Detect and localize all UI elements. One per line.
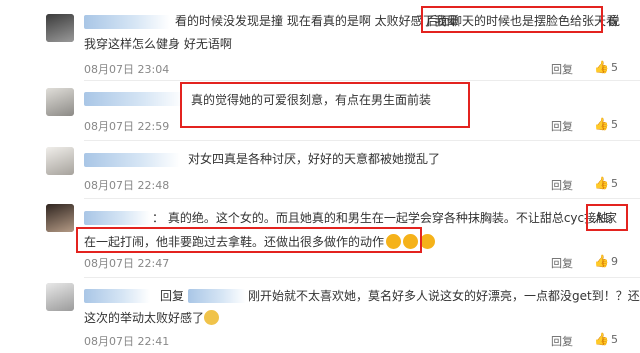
thumbs-up-icon: 👍 (594, 254, 609, 268)
username[interactable] (84, 153, 180, 167)
reply-prefix: 回复 (160, 289, 185, 303)
comment-text: 对女四真是各种讨厌，好好的天意都被她搅乱了 (188, 152, 441, 166)
username[interactable] (84, 15, 170, 29)
divider (84, 277, 640, 278)
like-button[interactable]: 👍 9 (594, 254, 618, 268)
timestamp: 08月07日 22:41 (84, 335, 170, 348)
reply-button[interactable]: 回复 (551, 333, 573, 349)
reply-button[interactable]: 回复 (551, 61, 573, 77)
avatar[interactable] (46, 14, 74, 42)
comment-text: 说 (608, 14, 621, 28)
avatar[interactable] (46, 88, 74, 116)
reply-button[interactable]: 回复 (551, 255, 573, 271)
divider (84, 198, 640, 199)
highlight-box (180, 82, 470, 128)
clap-emoji-icon (420, 234, 436, 249)
highlight-box (586, 204, 628, 231)
comment-4: ： 真的绝。这个女的。而且她真的和男生在一起学会穿各种抹胸装。不让甜总cyc接触… (0, 200, 640, 275)
like-count: 5 (610, 177, 618, 190)
highlight-box (76, 227, 422, 253)
like-count: 5 (610, 333, 618, 346)
like-button[interactable]: 👍 5 (594, 332, 618, 346)
comment-2: 真的觉得她的可爱很刻意，有点在男生面前装 08月07日 22:59 回复 👍 5 (0, 82, 640, 142)
highlight-box (421, 6, 603, 33)
comment-text: 看的时候没发现是撞 现在看真的是啊 太败好感了我晕 (175, 14, 459, 28)
avatar[interactable] (46, 283, 74, 311)
comment-text: 刚开始就不太喜欢她，莫名好多人说这女的好漂亮，一点都没get到！？还很矮 (248, 289, 640, 303)
like-count: 5 (610, 61, 618, 74)
like-button[interactable]: 👍 5 (594, 117, 618, 131)
divider (84, 140, 640, 141)
timestamp: 08月07日 22:47 (84, 257, 170, 270)
reply-target-username[interactable] (188, 289, 246, 303)
reply-button[interactable]: 回复 (551, 177, 573, 193)
comment-text-line2: 我穿这样怎么健身 好无语啊 (84, 37, 232, 51)
thumbs-up-icon: 👍 (594, 60, 609, 74)
comment-text-line2: 这次的举动太败好感了 (84, 310, 220, 326)
comment-5: 回复 刚开始就不太喜欢她，莫名好多人说这女的好漂亮，一点都没get到！？还很矮 … (0, 279, 640, 353)
timestamp: 08月07日 22:48 (84, 179, 170, 192)
reply-button[interactable]: 回复 (551, 118, 573, 134)
username[interactable] (84, 289, 150, 303)
timestamp: 08月07日 23:04 (84, 63, 170, 76)
comment-text: ： 真的绝。这个女的。而且她真的和男生在一起学会穿各种抹胸装。不让甜总cyc接触… (152, 211, 621, 225)
comment-3: 对女四真是各种讨厌，好好的天意都被她搅乱了 08月07日 22:48 回复 👍 5 (0, 143, 640, 195)
timestamp: 08月07日 22:59 (84, 120, 170, 133)
username[interactable] (84, 92, 184, 106)
comment-1: 看的时候没发现是撞 现在看真的是啊 太败好感了我晕 后面聊天的时候也是摆脸色给张… (0, 0, 640, 88)
thumbs-up-icon: 👍 (594, 332, 609, 346)
like-button[interactable]: 👍 5 (594, 176, 618, 190)
avatar[interactable] (46, 147, 74, 175)
crying-emoji-icon (204, 310, 220, 325)
avatar[interactable] (46, 204, 74, 232)
like-count: 9 (610, 255, 618, 268)
like-count: 5 (610, 118, 618, 131)
thumbs-up-icon: 👍 (594, 117, 609, 131)
divider (84, 80, 640, 81)
like-button[interactable]: 👍 5 (594, 60, 618, 74)
thumbs-up-icon: 👍 (594, 176, 609, 190)
username[interactable] (84, 211, 150, 225)
